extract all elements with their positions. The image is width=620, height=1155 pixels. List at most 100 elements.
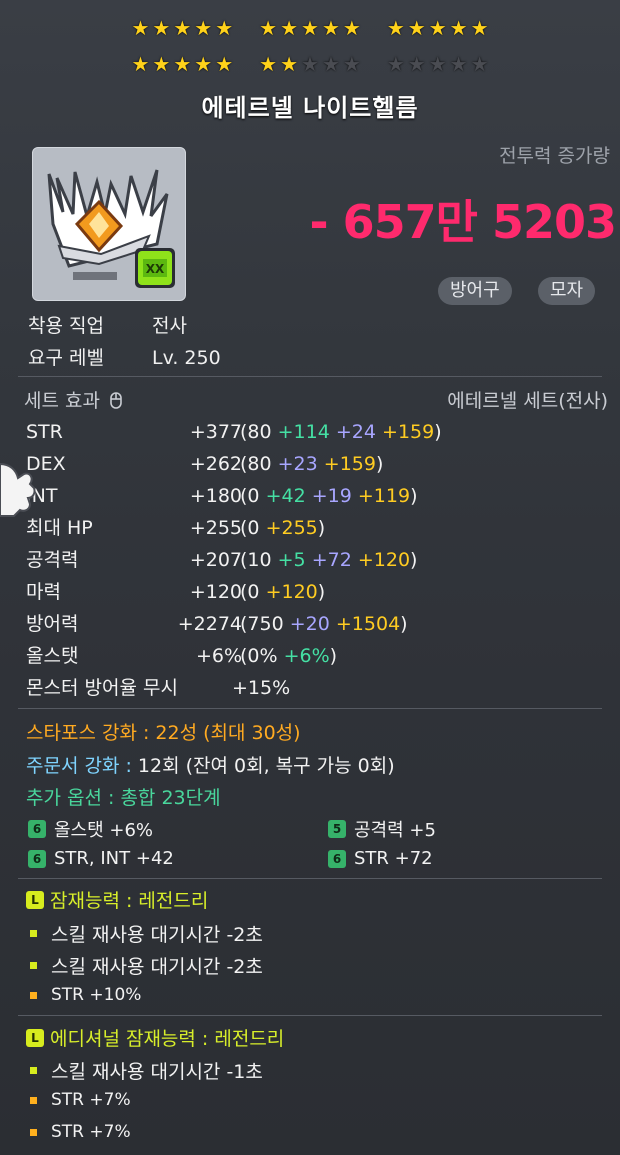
star-filled-icon: ★ [470,16,489,40]
stat-row: STR +377 (80 +114 +24 +159) [26,418,616,446]
svg-text:XX: XX [146,262,165,276]
stat-base: (0 [240,517,260,539]
stat-close: ) [410,549,418,571]
star-empty-icon: ★ [386,52,405,76]
stat-bonus-flame: +42 [265,485,306,507]
stat-bonus-flame: +114 [277,421,330,443]
star-filled-icon: ★ [280,52,299,76]
stat-bonus-flame: +6% [283,645,330,667]
bullet-icon [30,1096,37,1104]
star-filled-icon: ★ [259,52,278,76]
additional-potential-line: STR +7% [30,1122,131,1142]
mouse-icon [110,392,122,409]
item-icon-frame: XX [32,147,186,301]
extra-option: 5 공격력 +5 [328,816,436,842]
star-filled-icon: ★ [215,16,234,40]
required-level: 요구 레벨 Lv. 250 [28,343,221,370]
potential-line: 스킬 재사용 대기시간 -2초 [30,952,263,979]
stat-base: (0 [240,581,260,603]
stat-total: +255 [189,517,242,539]
cursor-hand-icon [0,462,36,517]
set-effect-text: 세트 효과 [24,390,100,412]
stat-breakdown: (0% +6%) [240,642,337,670]
extra-option: 6 STR, INT +42 [28,848,174,869]
stat-row: 최대 HP +255 (0 +255) [26,514,616,542]
potential-title-text: 잠재능력 : 레전드리 [50,890,209,912]
power-change-label: 전투력 증가량 [499,145,610,167]
bullet-icon [30,930,37,937]
stat-total: +2274 [177,613,242,635]
stat-breakdown: (0 +42 +19 +119) [240,482,417,510]
required-level-value: Lv. 250 [152,347,221,369]
stat-breakdown: (80 +23 +159) [240,450,383,478]
stat-breakdown: (0 +120) [240,578,325,606]
stat-row: 마력 +120 (0 +120) [26,578,616,606]
additional-potential-title-text: 에디셔널 잠재능력 : 레전드리 [50,1028,285,1050]
stat-total: +15% [232,677,291,699]
required-job-label: 착용 직업 [28,315,104,337]
stat-base: (80 [240,421,272,443]
star-filled-icon: ★ [259,16,278,40]
extra-option-summary: 추가 옵션 : 총합 23단계 [26,787,221,809]
scroll-enhance-value: 12회 (잔여 0회, 복구 가능 0회) [137,755,395,777]
stat-total: +120 [189,581,242,603]
stat-row: 몬스터 방어율 무시 +15% [26,674,616,702]
helmet-icon: XX [39,154,179,294]
star-group: ★ ★ ★ ★ ★ [387,16,489,40]
stat-bonus-flame: +5 [277,549,306,571]
grade-6-icon: 6 [28,849,46,868]
additional-potential-line: STR +7% [30,1090,131,1110]
additional-potential-line-text: 스킬 재사용 대기시간 -1초 [51,1061,263,1083]
star-empty-icon: ★ [449,52,468,76]
stat-base: (750 [240,613,284,635]
required-job-value: 전사 [152,315,187,337]
potential-line-text: STR +10% [51,985,142,1005]
star-filled-icon: ★ [173,52,192,76]
stat-name: 몬스터 방어율 무시 [26,677,178,699]
stat-bonus-starforce: +119 [357,485,411,507]
starforce-stars-row-2: ★ ★ ★ ★ ★ ★ ★ ★ ★ ★ ★ ★ ★ ★ ★ [0,52,620,76]
star-filled-icon: ★ [386,16,405,40]
grade-5-icon: 5 [328,820,346,838]
divider [18,878,602,879]
stat-total: +262 [189,453,242,475]
starforce-enhance: 스타포스 강화 : 22성 (최대 30성) [26,722,301,744]
divider [18,376,602,377]
stat-total: +207 [189,549,242,571]
star-group: ★ ★ ★ ★ ★ [259,52,361,76]
stat-bonus-scroll: +19 [311,485,352,507]
star-filled-icon: ★ [407,16,426,40]
star-empty-icon: ★ [321,52,340,76]
stat-bonus-starforce: +159 [323,453,376,475]
star-filled-icon: ★ [428,16,447,40]
stat-close: ) [317,581,326,603]
stat-bonus-scroll: +72 [311,549,352,571]
star-filled-icon: ★ [301,16,319,40]
stat-breakdown: (10 +5 +72 +120) [240,546,417,574]
stat-bonus-starforce: +255 [265,517,318,539]
extra-option-text: 공격력 +5 [354,820,436,841]
additional-potential-line: 스킬 재사용 대기시간 -1초 [30,1057,263,1084]
extra-option: 6 올스탯 +6% [28,816,153,842]
star-group: ★ ★ ★ ★ ★ [387,52,489,76]
extra-option-text: 올스탯 +6% [54,820,154,841]
potential-line: STR +10% [30,985,141,1005]
star-empty-icon: ★ [301,52,319,76]
stat-row: INT +180 (0 +42 +19 +119) [26,482,616,510]
scroll-enhance-label: 주문서 강화 : [26,755,138,777]
stat-base: (80 [240,453,272,475]
stat-bonus-scroll: +24 [335,421,376,443]
divider [18,1015,602,1016]
bullet-icon [30,1067,37,1074]
star-filled-icon: ★ [321,16,340,40]
potential-line-text: 스킬 재사용 대기시간 -2초 [51,924,263,946]
extra-option: 6 STR +72 [328,848,433,869]
stat-total: +377 [189,421,242,443]
grade-6-icon: 6 [328,849,346,868]
star-filled-icon: ★ [280,16,299,40]
item-name: 에테르넬 나이트헬름 [201,94,419,122]
potential-line-text: 스킬 재사용 대기시간 -2초 [51,956,263,978]
scroll-enhance: 주문서 강화 : 12회 (잔여 0회, 복구 가능 0회) [26,751,395,778]
set-effect-label[interactable]: 세트 효과 [24,386,122,413]
star-filled-icon: ★ [194,16,213,40]
